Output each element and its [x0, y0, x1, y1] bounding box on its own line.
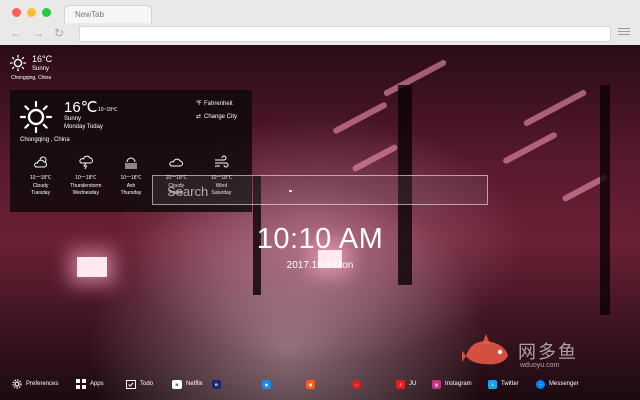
minimize-window-button[interactable] [27, 8, 36, 17]
thunderstorm-icon [79, 155, 93, 169]
forecast-condition: Ash [126, 182, 136, 189]
twitter-icon: t [488, 379, 497, 389]
messenger-icon: ~ [536, 379, 545, 389]
address-bar[interactable] [79, 26, 611, 42]
preferences-button[interactable]: Preferences [12, 378, 58, 390]
twitter-label: Twitter [501, 381, 519, 387]
change-city-button[interactable]: ⇄ Change City [196, 113, 237, 120]
forecast-day: 10一18℃ Cloudy Tuesday [18, 155, 63, 198]
browser-chrome: NewTab ← → ↻ [0, 0, 640, 46]
watermark-url: wduoyu.com [520, 362, 560, 369]
todo-label: Todo [140, 381, 154, 387]
mini-location: Chongqing, China [11, 75, 52, 81]
pillar [600, 85, 610, 315]
current-day: Monday Today [64, 124, 103, 130]
clock-time: 10:10 AM [256, 223, 384, 255]
forecast-range: 10一18℃ [75, 175, 97, 181]
forward-arrow-icon[interactable]: → [32, 26, 44, 40]
search-input[interactable] [165, 182, 469, 200]
browser-menu-icon[interactable] [618, 26, 630, 38]
current-condition: Sunny [64, 116, 82, 122]
instagram-shortcut[interactable]: ◎ Instagram [432, 378, 472, 390]
change-city-label: Change City [204, 114, 238, 120]
back-arrow-icon[interactable]: ← [10, 26, 22, 40]
ceiling-light [332, 101, 388, 135]
bottom-bar: Preferences Apps Todo N Netflix B ◆ ◼ ○ … [0, 372, 640, 396]
forecast-range: 10一18℃ [30, 175, 52, 181]
fahrenheit-icon: ℉ [196, 101, 202, 107]
gear-icon [12, 379, 22, 389]
fahrenheit-toggle[interactable]: ℉ Fahrenheit [196, 100, 233, 107]
forecast-weekday: Thursday [120, 190, 142, 196]
swap-icon: ⇄ [196, 114, 202, 120]
maximize-window-button[interactable] [42, 8, 51, 17]
temperature-range: 10~18℃ [98, 107, 118, 113]
shortcut-link[interactable]: B [212, 378, 221, 390]
haze-icon [125, 157, 137, 169]
forecast-range: 10一18℃ [120, 175, 142, 181]
forecast-weekday: Tuesday [31, 190, 51, 196]
ceiling-light [502, 131, 558, 165]
forecast-day: 10一18℃ Ash Thursday [108, 155, 153, 198]
shortcut-link[interactable]: ○ [352, 378, 361, 390]
apps-label: Apps [90, 381, 104, 387]
ceiling-light [522, 88, 588, 128]
search-cursor [289, 190, 292, 192]
forecast-day: 10一18℃ Thunderstorm Wednesday [63, 155, 108, 198]
browser-tab[interactable]: NewTab [64, 5, 152, 23]
shortcut-link[interactable]: ◆ [262, 378, 271, 390]
light-glow [77, 257, 107, 277]
wind-icon [215, 155, 229, 168]
checklist-icon [126, 380, 136, 389]
mini-temperature: 16°C [32, 54, 53, 64]
ceiling-light [382, 58, 448, 98]
netflix-shortcut[interactable]: N Netflix [172, 378, 203, 390]
current-location: Chongqing , China [20, 137, 70, 143]
tab-title: NewTab [75, 10, 104, 19]
instagram-icon: ◎ [432, 379, 441, 389]
shortcut-link[interactable]: ◼ [306, 378, 315, 390]
partly-cloudy-icon [33, 156, 47, 168]
sun-icon [9, 54, 27, 72]
cloud-icon [169, 158, 184, 167]
instagram-label: Instagram [445, 381, 472, 387]
reload-icon[interactable]: ↻ [54, 26, 64, 40]
mini-condition: Sunny [32, 66, 50, 72]
nav-buttons: ← → ↻ [10, 26, 64, 40]
app-shortcut-icon: J [396, 379, 405, 389]
fahrenheit-label: Fahrenheit [204, 101, 233, 107]
todo-button[interactable]: Todo [126, 378, 153, 390]
search-box[interactable] [152, 175, 488, 205]
watermark-logo: 网多鱼 wduoyu.com [460, 330, 634, 370]
shortcut-label: JU [409, 381, 417, 387]
forecast-condition: Cloudy [32, 182, 49, 189]
apps-button[interactable]: Apps [76, 378, 104, 390]
sun-icon [19, 100, 53, 134]
app-shortcut-icon: ○ [352, 379, 361, 389]
ceiling-light [351, 143, 399, 173]
netflix-icon: N [172, 379, 182, 389]
bookmark-app-icon: B [212, 379, 221, 389]
close-window-button[interactable] [12, 8, 21, 17]
current-temperature: 16℃ [64, 99, 98, 116]
clock-date: 2017.10.9 Mon [286, 260, 354, 271]
preferences-label: Preferences [26, 381, 59, 387]
watermark-text: 网多鱼 [518, 342, 578, 362]
window-controls [12, 8, 51, 17]
messenger-shortcut[interactable]: ~ Messenger [536, 378, 579, 390]
netflix-label: Netflix [186, 381, 203, 387]
twitter-shortcut[interactable]: t Twitter [488, 378, 519, 390]
forecast-condition: Thunderstorm [70, 182, 102, 189]
dropbox-icon: ◆ [262, 379, 271, 389]
grid-icon [76, 379, 86, 389]
shortcut-link[interactable]: J JU [396, 378, 416, 390]
fish-logo-icon [460, 334, 508, 365]
forecast-weekday: Wednesday [72, 190, 99, 196]
app-shortcut-icon: ◼ [306, 379, 315, 389]
messenger-label: Messenger [549, 381, 579, 387]
